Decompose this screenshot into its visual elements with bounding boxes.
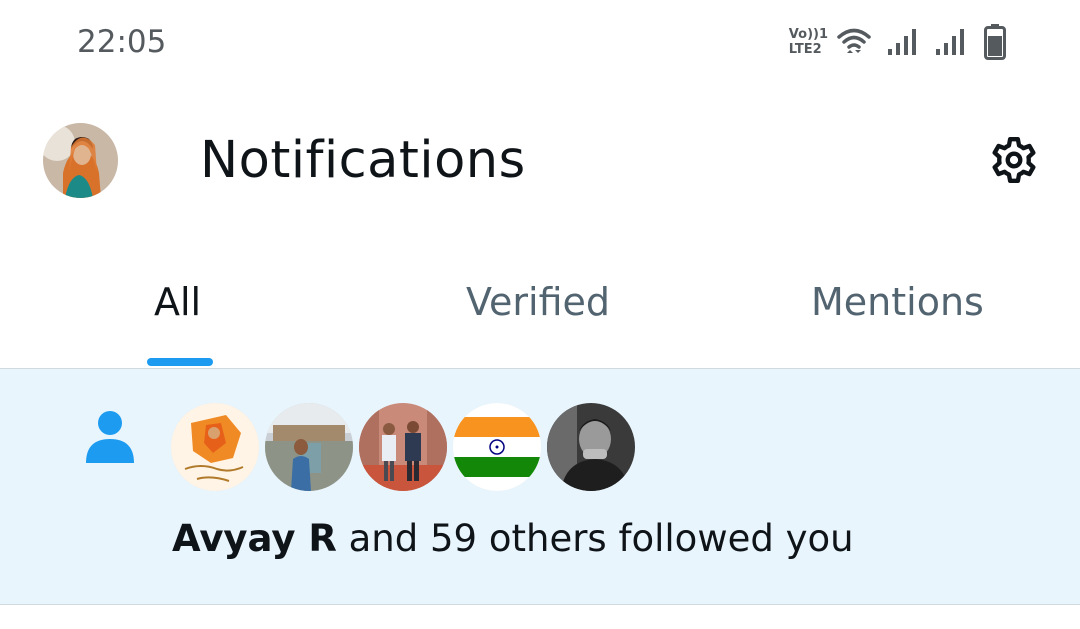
- notification-item[interactable]: Avyay R and 59 others followed you: [0, 369, 1080, 605]
- follower-name[interactable]: Avyay R: [172, 517, 337, 560]
- settings-button[interactable]: [985, 131, 1043, 189]
- battery-icon: [984, 24, 1006, 60]
- page-title: Notifications: [200, 131, 526, 190]
- tab-verified[interactable]: Verified: [466, 280, 610, 324]
- follower-avatars: [171, 403, 641, 491]
- wifi-icon: [837, 28, 871, 53]
- header: Notifications: [0, 86, 1080, 236]
- avatar[interactable]: [171, 403, 259, 491]
- tab-all[interactable]: All: [154, 280, 201, 324]
- tab-bar: All Verified Mentions: [0, 236, 1080, 368]
- tab-mentions[interactable]: Mentions: [811, 280, 984, 324]
- avatar[interactable]: [453, 403, 541, 491]
- status-bar: 22:05 Vo))1 LTE2: [0, 0, 1080, 86]
- signal-icon: [936, 29, 964, 55]
- avatar[interactable]: [265, 403, 353, 491]
- volte-indicator: Vo))1 LTE2: [789, 27, 828, 57]
- flag-icon: [453, 403, 541, 491]
- follower-photo: [359, 403, 447, 491]
- notification-text: Avyay R and 59 others followed you: [172, 517, 854, 560]
- notification-message: and 59 others followed you: [336, 517, 854, 560]
- gear-icon: [992, 137, 1036, 183]
- active-tab-indicator: [147, 358, 213, 366]
- follower-photo: [265, 403, 353, 491]
- signal-icon: [888, 29, 916, 55]
- follower-photo: [171, 403, 259, 491]
- avatar[interactable]: [359, 403, 447, 491]
- next-item-edge: [0, 605, 1080, 629]
- status-time: 22:05: [77, 24, 167, 60]
- avatar[interactable]: [547, 403, 635, 491]
- volte-bottom-label: LTE2: [788, 42, 822, 57]
- volte-top-label: Vo))1: [788, 27, 828, 42]
- avatar[interactable]: [43, 123, 118, 198]
- person-icon: [86, 411, 134, 463]
- status-icons: Vo))1 LTE2: [789, 22, 1006, 62]
- follower-photo: [547, 403, 635, 491]
- profile-photo: [43, 123, 118, 198]
